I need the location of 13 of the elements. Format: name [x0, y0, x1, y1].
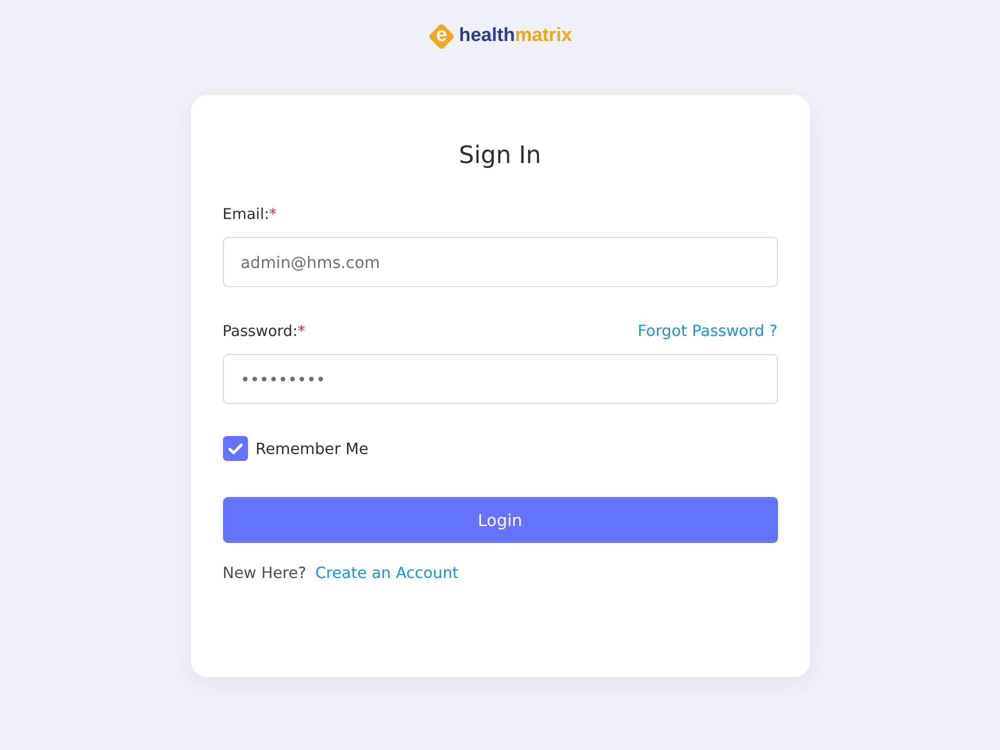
logo: e healthmatrix — [428, 20, 572, 52]
check-icon — [228, 442, 242, 454]
field-label: Email:* — [222, 204, 277, 225]
create-account-link[interactable]: Create an Account — [315, 562, 458, 584]
field-label: Password:* — [222, 321, 306, 342]
checkbox-label: Remember Me — [256, 438, 368, 460]
email-field[interactable]: admin@hms.com — [222, 237, 778, 287]
forgot-password-link[interactable]: Forgot Password ? — [638, 320, 778, 342]
signup-prompt: New Here? — [222, 563, 306, 584]
password-field[interactable]: ••••••••• — [222, 354, 778, 404]
checkbox[interactable] — [222, 436, 248, 461]
page-title: Sign In — [458, 140, 542, 171]
login-button[interactable]: Login — [222, 497, 778, 543]
